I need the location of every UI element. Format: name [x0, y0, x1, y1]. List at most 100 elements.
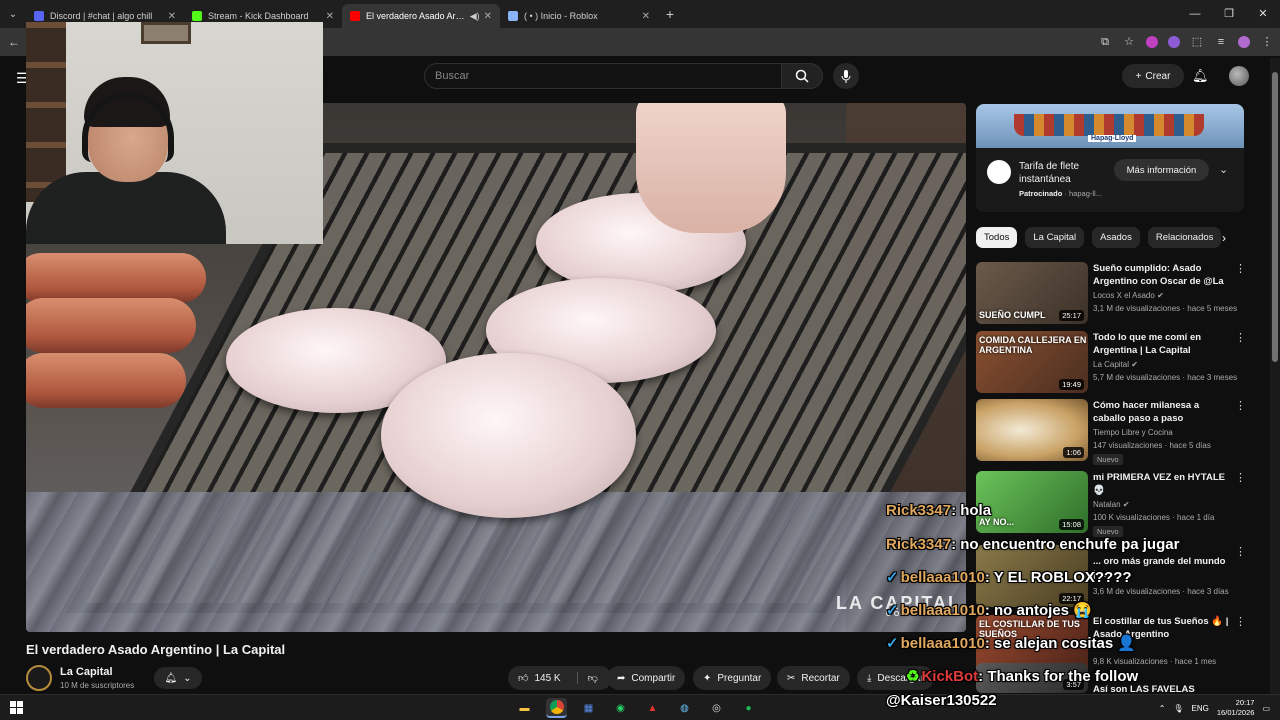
extension-icon[interactable] — [1146, 36, 1158, 48]
thumbs-down-icon[interactable]: 👎︎ — [576, 672, 598, 684]
chip-la-capital[interactable]: La Capital — [1025, 227, 1085, 248]
clip-button[interactable]: ✂ Recortar — [777, 666, 850, 690]
chat-username: bellaaa1010 — [900, 602, 985, 619]
chevron-down-icon[interactable]: ⌄ — [1219, 163, 1228, 176]
verified-badge-icon: ✓ — [886, 602, 899, 619]
more-options-icon[interactable]: ⋮ — [1235, 399, 1246, 412]
sponsored-ad[interactable]: Hapag-Lloyd Tarifa de flete instantánea … — [976, 104, 1244, 212]
reading-list-icon[interactable]: ≡ — [1214, 35, 1228, 49]
chip-asados[interactable]: Asados — [1092, 227, 1140, 248]
chat-message: ✓ bellaaa1010: se alejan cositas 👤 — [886, 635, 1137, 652]
video-title: El verdadero Asado Argentino | La Capita… — [26, 642, 286, 657]
obs-icon[interactable]: ◎ — [706, 698, 727, 718]
scrollbar-thumb[interactable] — [1272, 72, 1278, 362]
language-indicator[interactable]: ENG — [1192, 704, 1209, 713]
bookmark-star-icon[interactable]: ☆ — [1122, 35, 1136, 49]
discord-icon — [34, 11, 44, 21]
close-icon[interactable]: ✕ — [642, 11, 650, 22]
verified-badge-icon: ✓ — [886, 635, 899, 652]
more-options-icon[interactable]: ⋮ — [1235, 615, 1246, 628]
recommendation-channel: Locos X el Asado ✔ — [1093, 291, 1164, 300]
more-options-icon[interactable]: ⋮ — [1235, 262, 1246, 275]
download-icon: ⤓ — [867, 672, 872, 684]
bell-icon: 🔔︎ — [164, 672, 178, 684]
file-explorer-icon[interactable]: ▬ — [514, 698, 535, 718]
close-icon[interactable]: ✕ — [484, 11, 492, 22]
share-button[interactable]: ➦ Compartir — [607, 666, 686, 690]
recommendation-title[interactable]: Cómo hacer milanesa a caballo paso a pas… — [1093, 399, 1229, 425]
chevron-up-icon[interactable]: ⌃ — [1159, 704, 1166, 713]
new-tab-icon[interactable]: + — [658, 6, 682, 22]
account-avatar[interactable] — [1229, 66, 1249, 86]
like-button[interactable]: 👍︎ 145 K 👎︎ — [508, 666, 612, 690]
recommendation-title[interactable]: mi PRIMERA VEZ en HYTALE 💀 — [1093, 471, 1229, 497]
channel-subscribers: 10 M de suscriptores — [60, 681, 135, 690]
channel-avatar[interactable] — [26, 665, 52, 691]
chat-message: Rick3347: hola — [886, 502, 992, 519]
maximize-icon[interactable]: ❐ — [1212, 0, 1246, 28]
list-item[interactable]: SUEÑO CUMPL 25:17 Sueño cumplido: Asado … — [976, 262, 1246, 324]
tab-roblox[interactable]: ( • ) Inicio - Roblox ✕ — [500, 4, 658, 28]
page-scrollbar[interactable] — [1270, 58, 1280, 694]
browser-menu-icon[interactable]: ⋮ — [1260, 35, 1274, 49]
chrome-icon[interactable] — [546, 698, 567, 718]
recommendation-title[interactable]: Sueño cumplido: Asado Argentino con Osca… — [1093, 262, 1229, 289]
chip-relacionados[interactable]: Relacionados — [1147, 227, 1222, 248]
close-icon[interactable]: ✕ — [168, 11, 176, 22]
verified-icon: ✔ — [1122, 500, 1130, 509]
more-options-icon[interactable]: ⋮ — [1235, 331, 1246, 344]
recommendation-title[interactable]: Todo lo que me comí en Argentina | La Ca… — [1093, 331, 1229, 357]
video-thumbnail[interactable]: AY NO... 15:08 — [976, 471, 1088, 533]
speaker-icon[interactable]: ◀) — [470, 11, 480, 22]
search-input[interactable]: Buscar — [424, 63, 782, 89]
video-thumbnail[interactable]: SUEÑO CUMPL 25:17 — [976, 262, 1088, 324]
notifications-icon[interactable]: ▭ — [1262, 704, 1270, 713]
calculator-icon[interactable]: ▦ — [578, 698, 599, 718]
whatsapp-icon[interactable]: ◉ — [610, 698, 631, 718]
chip-todos[interactable]: Todos — [976, 227, 1018, 248]
webcam-picture-frame — [141, 22, 191, 44]
chat-text: hola — [960, 502, 992, 519]
search-button[interactable] — [781, 63, 823, 89]
ask-label: Preguntar — [717, 672, 762, 684]
thumbnail-text: COMIDA CALLEJERA EN ARGENTINA — [979, 335, 1087, 355]
extension-icon[interactable] — [1168, 36, 1180, 48]
list-item[interactable]: COMIDA CALLEJERA EN ARGENTINA 19:49 Todo… — [976, 331, 1246, 393]
spotify-icon[interactable]: ● — [738, 698, 759, 718]
microphone-button[interactable] — [833, 63, 859, 89]
close-window-icon[interactable]: ✕ — [1246, 0, 1280, 28]
more-options-icon[interactable]: ⋮ — [1235, 545, 1246, 558]
close-icon[interactable]: ✕ — [326, 11, 334, 22]
more-options-icon[interactable]: ⋮ — [1235, 471, 1246, 484]
create-button[interactable]: + Crear — [1122, 64, 1184, 88]
clock[interactable]: 20:17 16/01/2026 — [1217, 698, 1255, 718]
notifications-bell-icon[interactable]: 🔔︎ — [1192, 68, 1209, 84]
chevron-right-icon[interactable]: › — [1222, 231, 1226, 245]
ad-sponsor-line: Patrocinado · hapag-ll... — [1019, 189, 1102, 198]
ad-image-brand: Hapag-Lloyd — [1088, 135, 1137, 142]
puzzle-icon[interactable]: ⬚ — [1190, 35, 1204, 49]
cast-icon[interactable]: ⧉ — [1098, 35, 1112, 49]
ad-more-info-button[interactable]: Más información — [1114, 159, 1209, 181]
microphone-icon[interactable]: 🎙︎ — [1173, 704, 1183, 713]
profile-avatar[interactable] — [1238, 36, 1250, 48]
system-tray: ⌃ 🎙︎ ENG 20:17 16/01/2026 ▭ — [1159, 698, 1270, 718]
tab-youtube[interactable]: El verdadero Asado Argentino ◀) ✕ — [342, 4, 500, 28]
ad-image: Hapag-Lloyd — [976, 104, 1244, 148]
minimize-icon[interactable]: — — [1178, 0, 1212, 28]
list-item[interactable]: 1:06 Cómo hacer milanesa a caballo paso … — [976, 399, 1246, 465]
pdf-reader-icon[interactable]: ▲ — [642, 698, 663, 718]
steam-icon[interactable]: ◍ — [674, 698, 695, 718]
subscription-bell-button[interactable]: 🔔︎ ⌄ — [154, 667, 202, 689]
video-thumbnail[interactable]: COMIDA CALLEJERA EN ARGENTINA 19:49 — [976, 331, 1088, 393]
channel-name[interactable]: La Capital — [60, 666, 113, 678]
windows-start-icon[interactable] — [10, 701, 24, 715]
tab-search-icon[interactable]: ⌄ — [0, 0, 26, 28]
chat-username: KickBot — [921, 668, 979, 685]
chat-text: no encuentro enchufe pa jugar — [960, 536, 1180, 553]
list-item[interactable]: AY NO... 15:08 mi PRIMERA VEZ en HYTALE … — [976, 471, 1246, 537]
back-arrow-icon[interactable]: ← — [0, 35, 28, 49]
ask-button[interactable]: ✦ Preguntar — [693, 666, 772, 690]
video-thumbnail[interactable]: 1:06 — [976, 399, 1088, 461]
taskbar-apps: ▬ ▦ ◉ ▲ ◍ ◎ ● — [514, 698, 759, 718]
